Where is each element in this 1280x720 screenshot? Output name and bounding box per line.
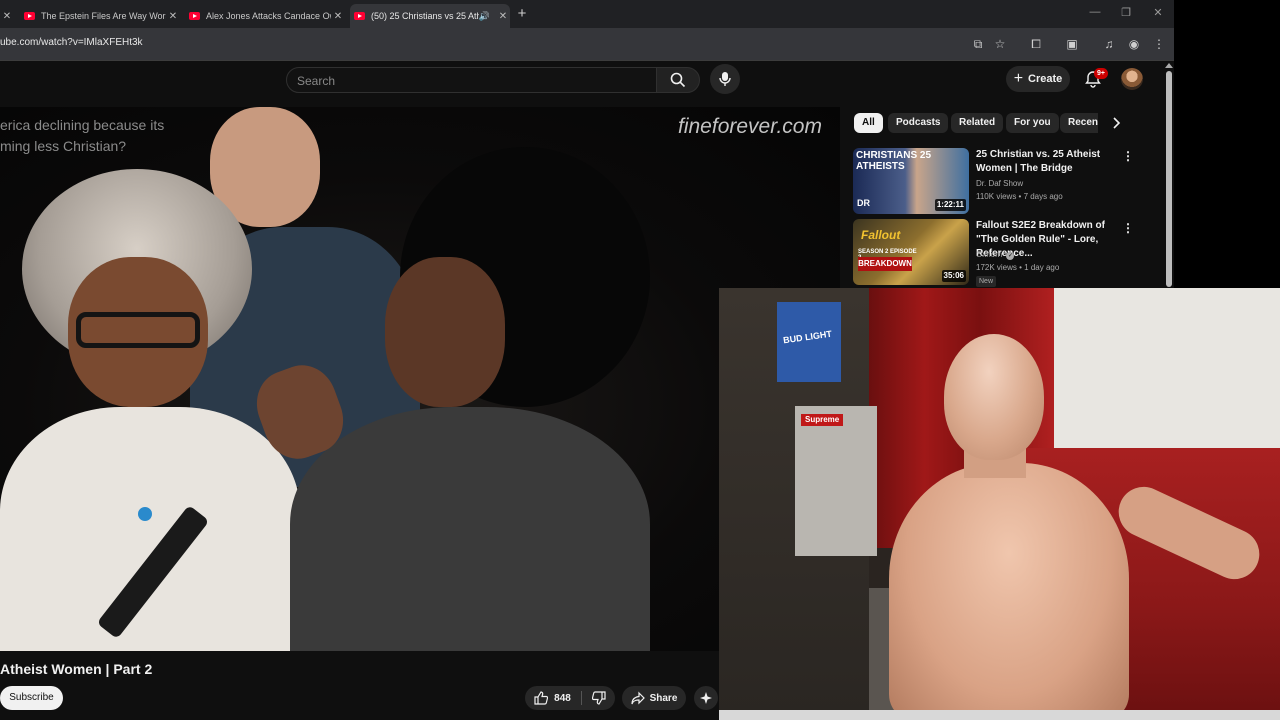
microphone-icon — [719, 72, 731, 86]
account-avatar[interactable] — [1121, 68, 1143, 90]
like-count: 848 — [554, 692, 571, 704]
fridge-sticker: Supreme — [801, 414, 844, 426]
youtube-masthead: Search + Create 9+ — [0, 61, 1174, 107]
webcam-fridge: Supreme — [795, 406, 877, 556]
recommendation-channel[interactable]: Oxhorn ✓ — [976, 248, 1015, 261]
youtube-favicon-icon — [354, 12, 365, 20]
chip-recent[interactable]: Recen — [1060, 113, 1098, 133]
create-button[interactable]: + Create — [1006, 66, 1070, 92]
side-panel-icon[interactable]: ▣ — [1064, 36, 1080, 52]
ask-ai-button[interactable] — [694, 686, 718, 710]
install-app-icon[interactable]: ⧉ — [970, 36, 986, 52]
tab-title: (50) 25 Christians vs 25 Athe — [371, 11, 479, 21]
close-icon[interactable]: ✕ — [331, 11, 345, 22]
recommendation-channel[interactable]: Dr. Daf Show — [976, 177, 1023, 190]
search-placeholder: Search — [297, 74, 336, 88]
more-actions-icon[interactable]: ⋮ — [1122, 221, 1134, 235]
youtube-favicon-icon — [189, 12, 200, 20]
subscribe-button[interactable]: Subscribe — [0, 686, 63, 710]
thumbnail-logo: DR — [857, 198, 870, 208]
tab-title: Alex Jones Attacks Candace Ow — [206, 11, 331, 21]
thumbs-up-icon — [534, 691, 549, 705]
recommendation-stats: 110K views • 7 days ago — [976, 192, 1063, 201]
share-button[interactable]: Share — [622, 686, 686, 710]
close-icon[interactable]: ✕ — [0, 11, 12, 22]
dislike-button[interactable] — [584, 686, 614, 710]
search-button[interactable] — [656, 67, 700, 93]
video-figure — [0, 407, 300, 651]
chip-all[interactable]: All — [854, 113, 883, 133]
share-arrow-icon — [630, 691, 645, 705]
create-label: Create — [1028, 73, 1063, 85]
video-player[interactable]: erica declining because its ming less Ch… — [0, 107, 840, 651]
like-button[interactable]: 848 — [525, 686, 580, 710]
scroll-up-icon[interactable] — [1165, 63, 1173, 68]
webcam-scene — [1051, 288, 1280, 458]
video-duration: 35:06 — [941, 270, 966, 282]
extensions-icon[interactable]: ⧠ — [1028, 36, 1044, 52]
chip-related[interactable]: Related — [951, 113, 1004, 133]
video-overlay-question: erica declining because its ming less Ch… — [0, 117, 165, 154]
plus-icon: + — [1013, 70, 1024, 87]
video-figure — [138, 507, 152, 521]
video-figure — [290, 407, 650, 651]
youtube-favicon-icon — [24, 12, 35, 20]
video-title: Atheist Women | Part 2 — [0, 661, 153, 677]
recommendation-thumbnail[interactable]: Fallout SEASON 2 EPISODE 2 BREAKDOWN 35:… — [853, 219, 969, 285]
tab-close-offscreen[interactable]: ✕ — [0, 4, 12, 28]
video-figure — [385, 257, 505, 407]
thumbnail-tag: BREAKDOWN — [858, 257, 912, 271]
webcam-scene — [719, 710, 1280, 720]
url-field[interactable]: ube.com/watch?v=IMlaXFEHt3k — [0, 37, 143, 48]
minimize-window-icon[interactable]: — — [1088, 6, 1102, 18]
bookmark-star-icon[interactable]: ☆ — [992, 36, 1008, 52]
notification-count-badge: 9+ — [1094, 68, 1108, 79]
share-label: Share — [649, 692, 678, 704]
close-icon[interactable]: ✕ — [496, 11, 510, 22]
close-window-icon[interactable]: ✕ — [1151, 6, 1165, 19]
tab-alex-jones[interactable]: Alex Jones Attacks Candace Ow ✕ — [185, 4, 345, 28]
tab-title: The Epstein Files Are Way Wors — [41, 11, 166, 21]
webcam-box: BUD LIGHT — [777, 302, 841, 382]
webcam-overlay: BUD LIGHT Supreme — [719, 288, 1280, 720]
recommendation-thumbnail[interactable]: CHRISTIANS 25 ATHEISTS DR 1:22:11 — [853, 148, 969, 214]
search-input[interactable]: Search — [286, 67, 658, 93]
tab-epstein-files[interactable]: The Epstein Files Are Way Wors ✕ — [20, 4, 180, 28]
like-divider — [581, 691, 582, 705]
address-bar-row: ube.com/watch?v=IMlaXFEHt3k ⧉ ☆ ⧠ ▣ ♫ ◉ … — [0, 28, 1174, 60]
verified-check-icon: ✓ — [1006, 252, 1015, 260]
thumbnail-text: Fallout — [861, 228, 901, 242]
thumbs-down-icon — [592, 691, 606, 705]
sparkle-icon — [700, 692, 712, 704]
audio-playing-icon[interactable]: 🔊 — [479, 11, 490, 22]
screen: ✕ The Epstein Files Are Way Wors ✕ Alex … — [0, 0, 1280, 720]
chips-next-button[interactable] — [1108, 115, 1124, 131]
channel-name: Oxhorn — [976, 250, 1003, 259]
recommendation-stats: 172K views • 1 day ago — [976, 263, 1060, 272]
webcam-scene — [889, 463, 1129, 720]
video-figure — [76, 312, 200, 348]
voice-search-button[interactable] — [710, 64, 740, 94]
browser-menu-icon[interactable]: ⋮ — [1151, 36, 1167, 52]
browser-tab-strip: ✕ The Epstein Files Are Way Wors ✕ Alex … — [0, 0, 1174, 28]
box-label: BUD LIGHT — [782, 328, 833, 346]
new-badge: New — [976, 276, 997, 287]
new-tab-button[interactable]: + — [514, 5, 530, 22]
webcam-scene — [944, 334, 1044, 460]
video-duration: 1:22:11 — [934, 199, 966, 211]
video-watermark: fineforever.com — [678, 115, 822, 138]
chip-for-you[interactable]: For you — [1006, 113, 1059, 133]
restore-window-icon[interactable]: ❐ — [1119, 6, 1133, 19]
more-actions-icon[interactable]: ⋮ — [1122, 149, 1134, 163]
profile-icon[interactable]: ◉ — [1126, 36, 1142, 52]
close-icon[interactable]: ✕ — [166, 11, 180, 22]
scrollbar-thumb[interactable] — [1166, 71, 1172, 287]
tab-christians-vs-atheists[interactable]: (50) 25 Christians vs 25 Athe 🔊 ✕ — [350, 4, 510, 28]
chevron-right-icon — [1113, 117, 1121, 129]
recommendation-title[interactable]: 25 Christian vs. 25 Atheist Women | The … — [976, 148, 1121, 176]
thumbnail-text: CHRISTIANS 25 ATHEISTS — [856, 150, 932, 172]
search-icon — [670, 72, 686, 88]
media-controls-icon[interactable]: ♫ — [1101, 36, 1117, 52]
chip-podcasts[interactable]: Podcasts — [888, 113, 949, 133]
